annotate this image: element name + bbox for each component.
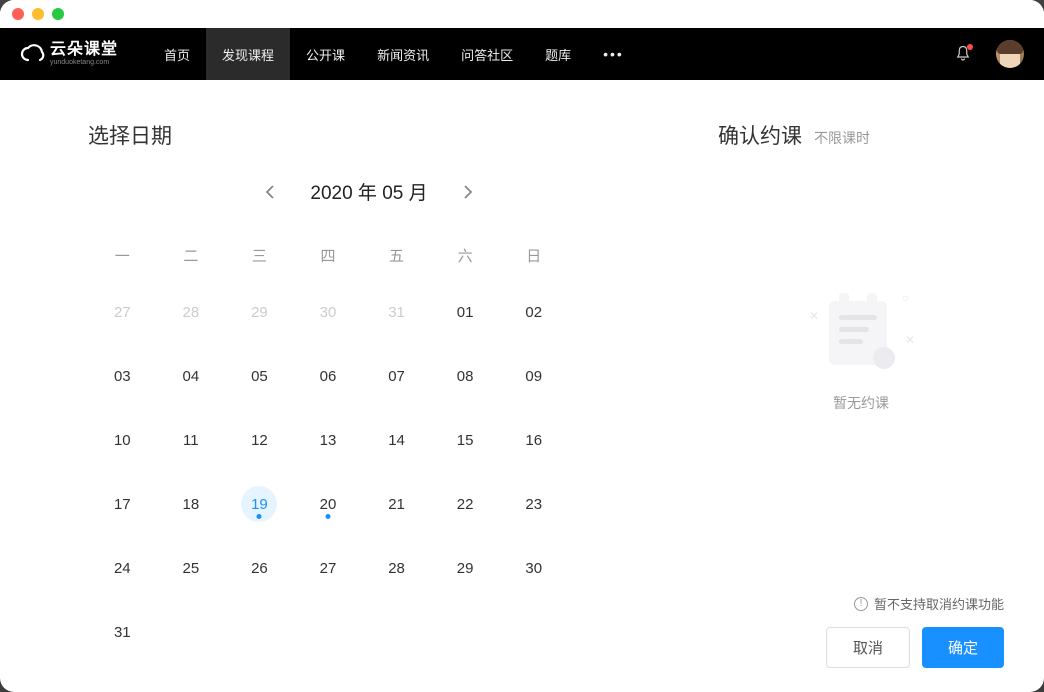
nav-more-icon[interactable]: ••• (587, 46, 640, 62)
calendar-day[interactable]: 03 (88, 344, 157, 408)
nav-items: 首页发现课程公开课新闻资讯问答社区题库 (148, 28, 587, 80)
calendar-day[interactable]: 01 (431, 280, 500, 344)
calendar-day[interactable]: 31 (88, 600, 157, 664)
logo[interactable]: 云朵课堂 yunduoketang.com (20, 42, 118, 66)
calendar-day[interactable]: 05 (225, 344, 294, 408)
calendar-day[interactable]: 30 (499, 536, 568, 600)
event-dot-icon (325, 514, 330, 519)
cloud-icon (20, 42, 46, 66)
empty-state-text: 暂无约课 (833, 393, 889, 413)
avatar[interactable] (996, 40, 1024, 68)
calendar-day[interactable]: 19 (225, 472, 294, 536)
calendar-day[interactable]: 23 (499, 472, 568, 536)
prev-month-button[interactable] (258, 180, 282, 204)
calendar-day[interactable]: 06 (294, 344, 363, 408)
nav-item[interactable]: 发现课程 (206, 28, 290, 80)
calendar-day[interactable]: 15 (431, 408, 500, 472)
calendar-panel: 选择日期 2020 年 05 月 一二三四五六日2728293031010203… (0, 80, 698, 692)
calendar-day[interactable]: 30 (294, 280, 363, 344)
weekday-header: 五 (362, 231, 431, 280)
booking-header: 确认约课 不限课时 (718, 120, 1004, 150)
confirm-button[interactable]: 确定 (922, 627, 1004, 668)
window-titlebar (0, 0, 1044, 28)
calendar-day[interactable]: 07 (362, 344, 431, 408)
nav-item[interactable]: 新闻资讯 (361, 28, 445, 80)
calendar-day[interactable]: 13 (294, 408, 363, 472)
nav-item[interactable]: 问答社区 (445, 28, 529, 80)
calendar-day[interactable]: 29 (225, 280, 294, 344)
next-month-button[interactable] (456, 180, 480, 204)
calendar-day[interactable]: 14 (362, 408, 431, 472)
booking-panel: 确认约课 不限课时 ✕ ○ ✕ 暂无约课 ! (698, 80, 1044, 692)
chevron-left-icon (265, 185, 275, 199)
calendar-day[interactable]: 28 (157, 280, 226, 344)
calendar-day[interactable]: 24 (88, 536, 157, 600)
calendar-day[interactable]: 20 (294, 472, 363, 536)
window-close-button[interactable] (12, 8, 24, 20)
info-icon: ! (854, 597, 868, 611)
main-content: 选择日期 2020 年 05 月 一二三四五六日2728293031010203… (0, 80, 1044, 692)
calendar-day[interactable]: 22 (431, 472, 500, 536)
calendar-day[interactable]: 18 (157, 472, 226, 536)
notification-dot-icon (967, 44, 973, 50)
top-navbar: 云朵课堂 yunduoketang.com 首页发现课程公开课新闻资讯问答社区题… (0, 28, 1044, 80)
notifications-button[interactable] (954, 45, 972, 63)
calendar-day[interactable]: 10 (88, 408, 157, 472)
calendar-day[interactable]: 27 (294, 536, 363, 600)
nav-item[interactable]: 公开课 (290, 28, 361, 80)
booking-subtitle: 不限课时 (814, 128, 870, 148)
calendar-day[interactable]: 26 (225, 536, 294, 600)
window-maximize-button[interactable] (52, 8, 64, 20)
weekday-header: 二 (157, 231, 226, 280)
calendar-nav: 2020 年 05 月 (88, 178, 650, 205)
empty-illustration-icon: ✕ ○ ✕ (811, 291, 911, 375)
calendar-title: 选择日期 (88, 120, 650, 150)
calendar-day[interactable]: 31 (362, 280, 431, 344)
app-window: 云朵课堂 yunduoketang.com 首页发现课程公开课新闻资讯问答社区题… (0, 0, 1044, 692)
weekday-header: 日 (499, 231, 568, 280)
weekday-header: 六 (431, 231, 500, 280)
booking-title: 确认约课 (718, 120, 802, 150)
weekday-header: 四 (294, 231, 363, 280)
nav-item[interactable]: 首页 (148, 28, 206, 80)
calendar-day[interactable]: 16 (499, 408, 568, 472)
calendar-day[interactable]: 02 (499, 280, 568, 344)
action-buttons: 取消 确定 (718, 627, 1004, 668)
calendar-day[interactable]: 28 (362, 536, 431, 600)
calendar-day[interactable]: 09 (499, 344, 568, 408)
window-minimize-button[interactable] (32, 8, 44, 20)
empty-state: ✕ ○ ✕ 暂无约课 (718, 150, 1004, 594)
calendar-day[interactable]: 08 (431, 344, 500, 408)
weekday-header: 一 (88, 231, 157, 280)
calendar-day[interactable]: 29 (431, 536, 500, 600)
logo-text: 云朵课堂 (50, 42, 118, 58)
weekday-header: 三 (225, 231, 294, 280)
event-dot-icon (257, 514, 262, 519)
footer-note: ! 暂不支持取消约课功能 (718, 594, 1004, 613)
calendar-day[interactable]: 27 (88, 280, 157, 344)
calendar-day[interactable]: 25 (157, 536, 226, 600)
logo-subtext: yunduoketang.com (50, 59, 118, 66)
chevron-right-icon (463, 185, 473, 199)
footer-note-text: 暂不支持取消约课功能 (874, 594, 1004, 613)
calendar-day[interactable]: 04 (157, 344, 226, 408)
calendar-day[interactable]: 12 (225, 408, 294, 472)
calendar-grid: 一二三四五六日272829303101020304050607080910111… (88, 231, 568, 664)
month-label: 2020 年 05 月 (310, 178, 427, 205)
calendar-day[interactable]: 11 (157, 408, 226, 472)
calendar-day[interactable]: 17 (88, 472, 157, 536)
calendar-day[interactable]: 21 (362, 472, 431, 536)
nav-item[interactable]: 题库 (529, 28, 587, 80)
cancel-button[interactable]: 取消 (826, 627, 910, 668)
